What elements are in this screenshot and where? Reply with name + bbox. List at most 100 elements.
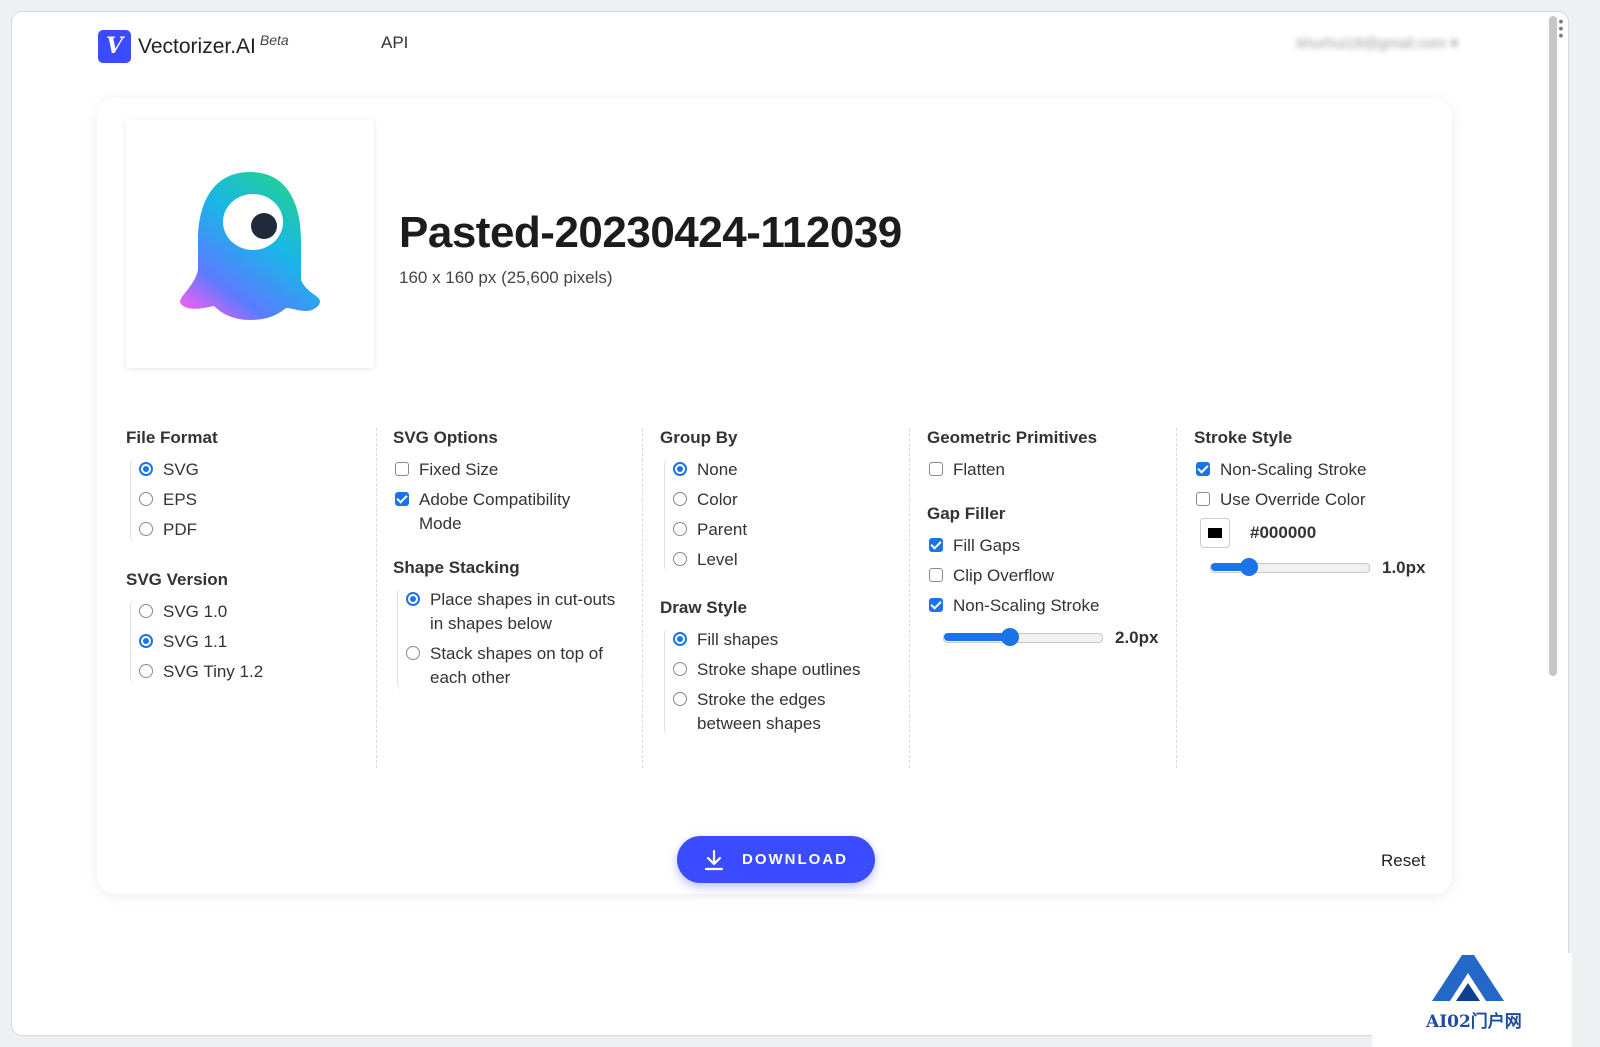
checkbox-clip-overflow[interactable]: Clip Overflow [927, 564, 1163, 588]
watermark-logo-icon [1432, 955, 1504, 1001]
slider-handle[interactable] [1001, 628, 1020, 646]
beta-badge: Beta [259, 32, 289, 48]
download-button[interactable]: DOWNLOAD [677, 836, 875, 883]
svg-version-group: SVG 1.0 SVG 1.1 SVG Tiny 1.2 [130, 600, 362, 684]
option-label: Clip Overflow [953, 566, 1055, 585]
checkbox-flatten[interactable]: Flatten [927, 458, 1163, 482]
checkbox-non-scaling-stroke[interactable]: Non-Scaling Stroke [1194, 458, 1430, 482]
option-label: Non-Scaling Stroke [953, 596, 1100, 615]
option-label-line: Stack shapes on top of [430, 644, 603, 663]
radio-svg-1-0[interactable]: SVG 1.0 [137, 600, 362, 624]
checkbox-checked[interactable] [395, 492, 409, 506]
option-label-line: between shapes [697, 714, 821, 733]
radio-button[interactable] [673, 662, 687, 676]
browser-window: • • • V Vectorizer.AI Beta API khurhui18@gm… [12, 12, 1568, 1035]
slider-handle[interactable] [1239, 558, 1258, 576]
color-swatch[interactable] [1200, 518, 1230, 548]
checkbox-fill-gaps[interactable]: Fill Gaps [927, 534, 1163, 558]
color-hex-value: #000000 [1250, 523, 1317, 542]
option-label: None [697, 460, 738, 479]
checkbox[interactable] [1196, 492, 1210, 506]
checkbox-checked[interactable] [929, 598, 943, 612]
radio-stroke-outlines[interactable]: Stroke shape outlines [671, 658, 896, 682]
scrollbar-thumb[interactable] [1549, 16, 1557, 676]
radio-eps[interactable]: EPS [137, 488, 362, 512]
radio-button[interactable] [673, 552, 687, 566]
file-dimensions: 160 x 160 px (25,600 pixels) [399, 268, 613, 287]
section-title-svg-options: SVG Options [393, 428, 498, 447]
file-name-title: Pasted-20230424-112039 [399, 208, 902, 257]
radio-button[interactable] [139, 522, 153, 536]
vectorizer-logo-icon[interactable]: V [98, 30, 131, 63]
radio-group-color[interactable]: Color [671, 488, 896, 512]
radio-svg[interactable]: SVG [137, 458, 362, 482]
ghost-mascot-image [180, 172, 321, 320]
checkbox-gap-non-scaling-stroke[interactable]: Non-Scaling Stroke [927, 594, 1163, 618]
slider-track[interactable] [1210, 558, 1370, 576]
checkbox-override-color[interactable]: Use Override Color [1194, 488, 1430, 512]
radio-button[interactable] [673, 522, 687, 536]
option-label: Place shapes in cut-outs in shapes below [430, 588, 615, 636]
option-label: PDF [163, 520, 197, 539]
column-svg-options: SVG Options Fixed Size Adobe Compatibili… [376, 428, 629, 768]
checkbox[interactable] [929, 462, 943, 476]
checkbox[interactable] [395, 462, 409, 476]
section-title-svg-version: SVG Version [126, 570, 229, 589]
radio-button[interactable] [139, 604, 153, 618]
radio-button-selected[interactable] [673, 462, 687, 476]
radio-pdf[interactable]: PDF [137, 518, 362, 542]
draw-style-group: Fill shapes Stroke shape outlines Stroke… [664, 628, 896, 736]
radio-button-selected[interactable] [406, 592, 420, 606]
account-menu[interactable]: khurhui18@gmail.com ▾ [1297, 34, 1458, 52]
option-label-line: Mode [419, 514, 462, 533]
gap-stroke-width-slider[interactable]: 2.0px [927, 628, 1163, 648]
nav-api-link[interactable]: API [381, 33, 408, 53]
radio-button[interactable] [406, 646, 420, 660]
section-title-file-format: File Format [126, 428, 218, 447]
top-navigation: V Vectorizer.AI Beta API khurhui18@gmail.… [12, 12, 1568, 92]
radio-svg-1-1[interactable]: SVG 1.1 [137, 630, 362, 654]
reset-button[interactable]: Reset [1381, 851, 1425, 871]
image-preview [126, 120, 374, 368]
radio-button[interactable] [139, 492, 153, 506]
watermark-text: AI02门户网 [1426, 1012, 1522, 1032]
option-label: Stroke the edges between shapes [697, 688, 826, 736]
column-file-format: File Format SVG EPS PDF SVG Version SVG … [126, 428, 362, 690]
radio-cut-outs[interactable]: Place shapes in cut-outs in shapes below [404, 588, 629, 636]
radio-button-selected[interactable] [139, 462, 153, 476]
section-title-stroke-style: Stroke Style [1194, 428, 1293, 447]
radio-group-level[interactable]: Level [671, 548, 896, 572]
radio-button-selected[interactable] [673, 632, 687, 646]
option-label-line: in shapes below [430, 614, 552, 633]
checkbox[interactable] [929, 568, 943, 582]
shape-stacking-group: Place shapes in cut-outs in shapes below … [397, 588, 629, 690]
checkbox-adobe-compatibility[interactable]: Adobe Compatibility Mode [393, 488, 629, 536]
radio-fill-shapes[interactable]: Fill shapes [671, 628, 896, 652]
slider-track[interactable] [943, 628, 1103, 646]
scrollbar[interactable] [1546, 12, 1560, 972]
checkbox-checked[interactable] [929, 538, 943, 552]
radio-svg-tiny-1-2[interactable]: SVG Tiny 1.2 [137, 660, 362, 684]
option-label-line: Adobe Compatibility [419, 490, 571, 509]
checkbox-fixed-size[interactable]: Fixed Size [393, 458, 629, 482]
stroke-width-slider[interactable]: 1.0px [1194, 558, 1430, 578]
result-card: Pasted-20230424-112039 160 x 160 px (25,… [97, 98, 1452, 894]
radio-stack-on-top[interactable]: Stack shapes on top of each other [404, 642, 629, 690]
brand-name[interactable]: Vectorizer.AI Beta [138, 32, 289, 59]
option-label: Flatten [953, 460, 1005, 479]
radio-button-selected[interactable] [139, 634, 153, 648]
download-icon [704, 849, 724, 870]
radio-group-none[interactable]: None [671, 458, 896, 482]
radio-group-parent[interactable]: Parent [671, 518, 896, 542]
brand-label: Vectorizer.AI [138, 35, 256, 58]
radio-stroke-edges[interactable]: Stroke the edges between shapes [671, 688, 896, 736]
radio-button[interactable] [139, 664, 153, 678]
option-label: EPS [163, 490, 198, 509]
option-label: Parent [697, 520, 748, 539]
slider-value: 1.0px [1382, 558, 1426, 577]
checkbox-checked[interactable] [1196, 462, 1210, 476]
option-label: SVG 1.1 [163, 632, 228, 651]
radio-button[interactable] [673, 492, 687, 506]
group-by-group: None Color Parent Level [664, 458, 896, 572]
radio-button[interactable] [673, 692, 687, 706]
